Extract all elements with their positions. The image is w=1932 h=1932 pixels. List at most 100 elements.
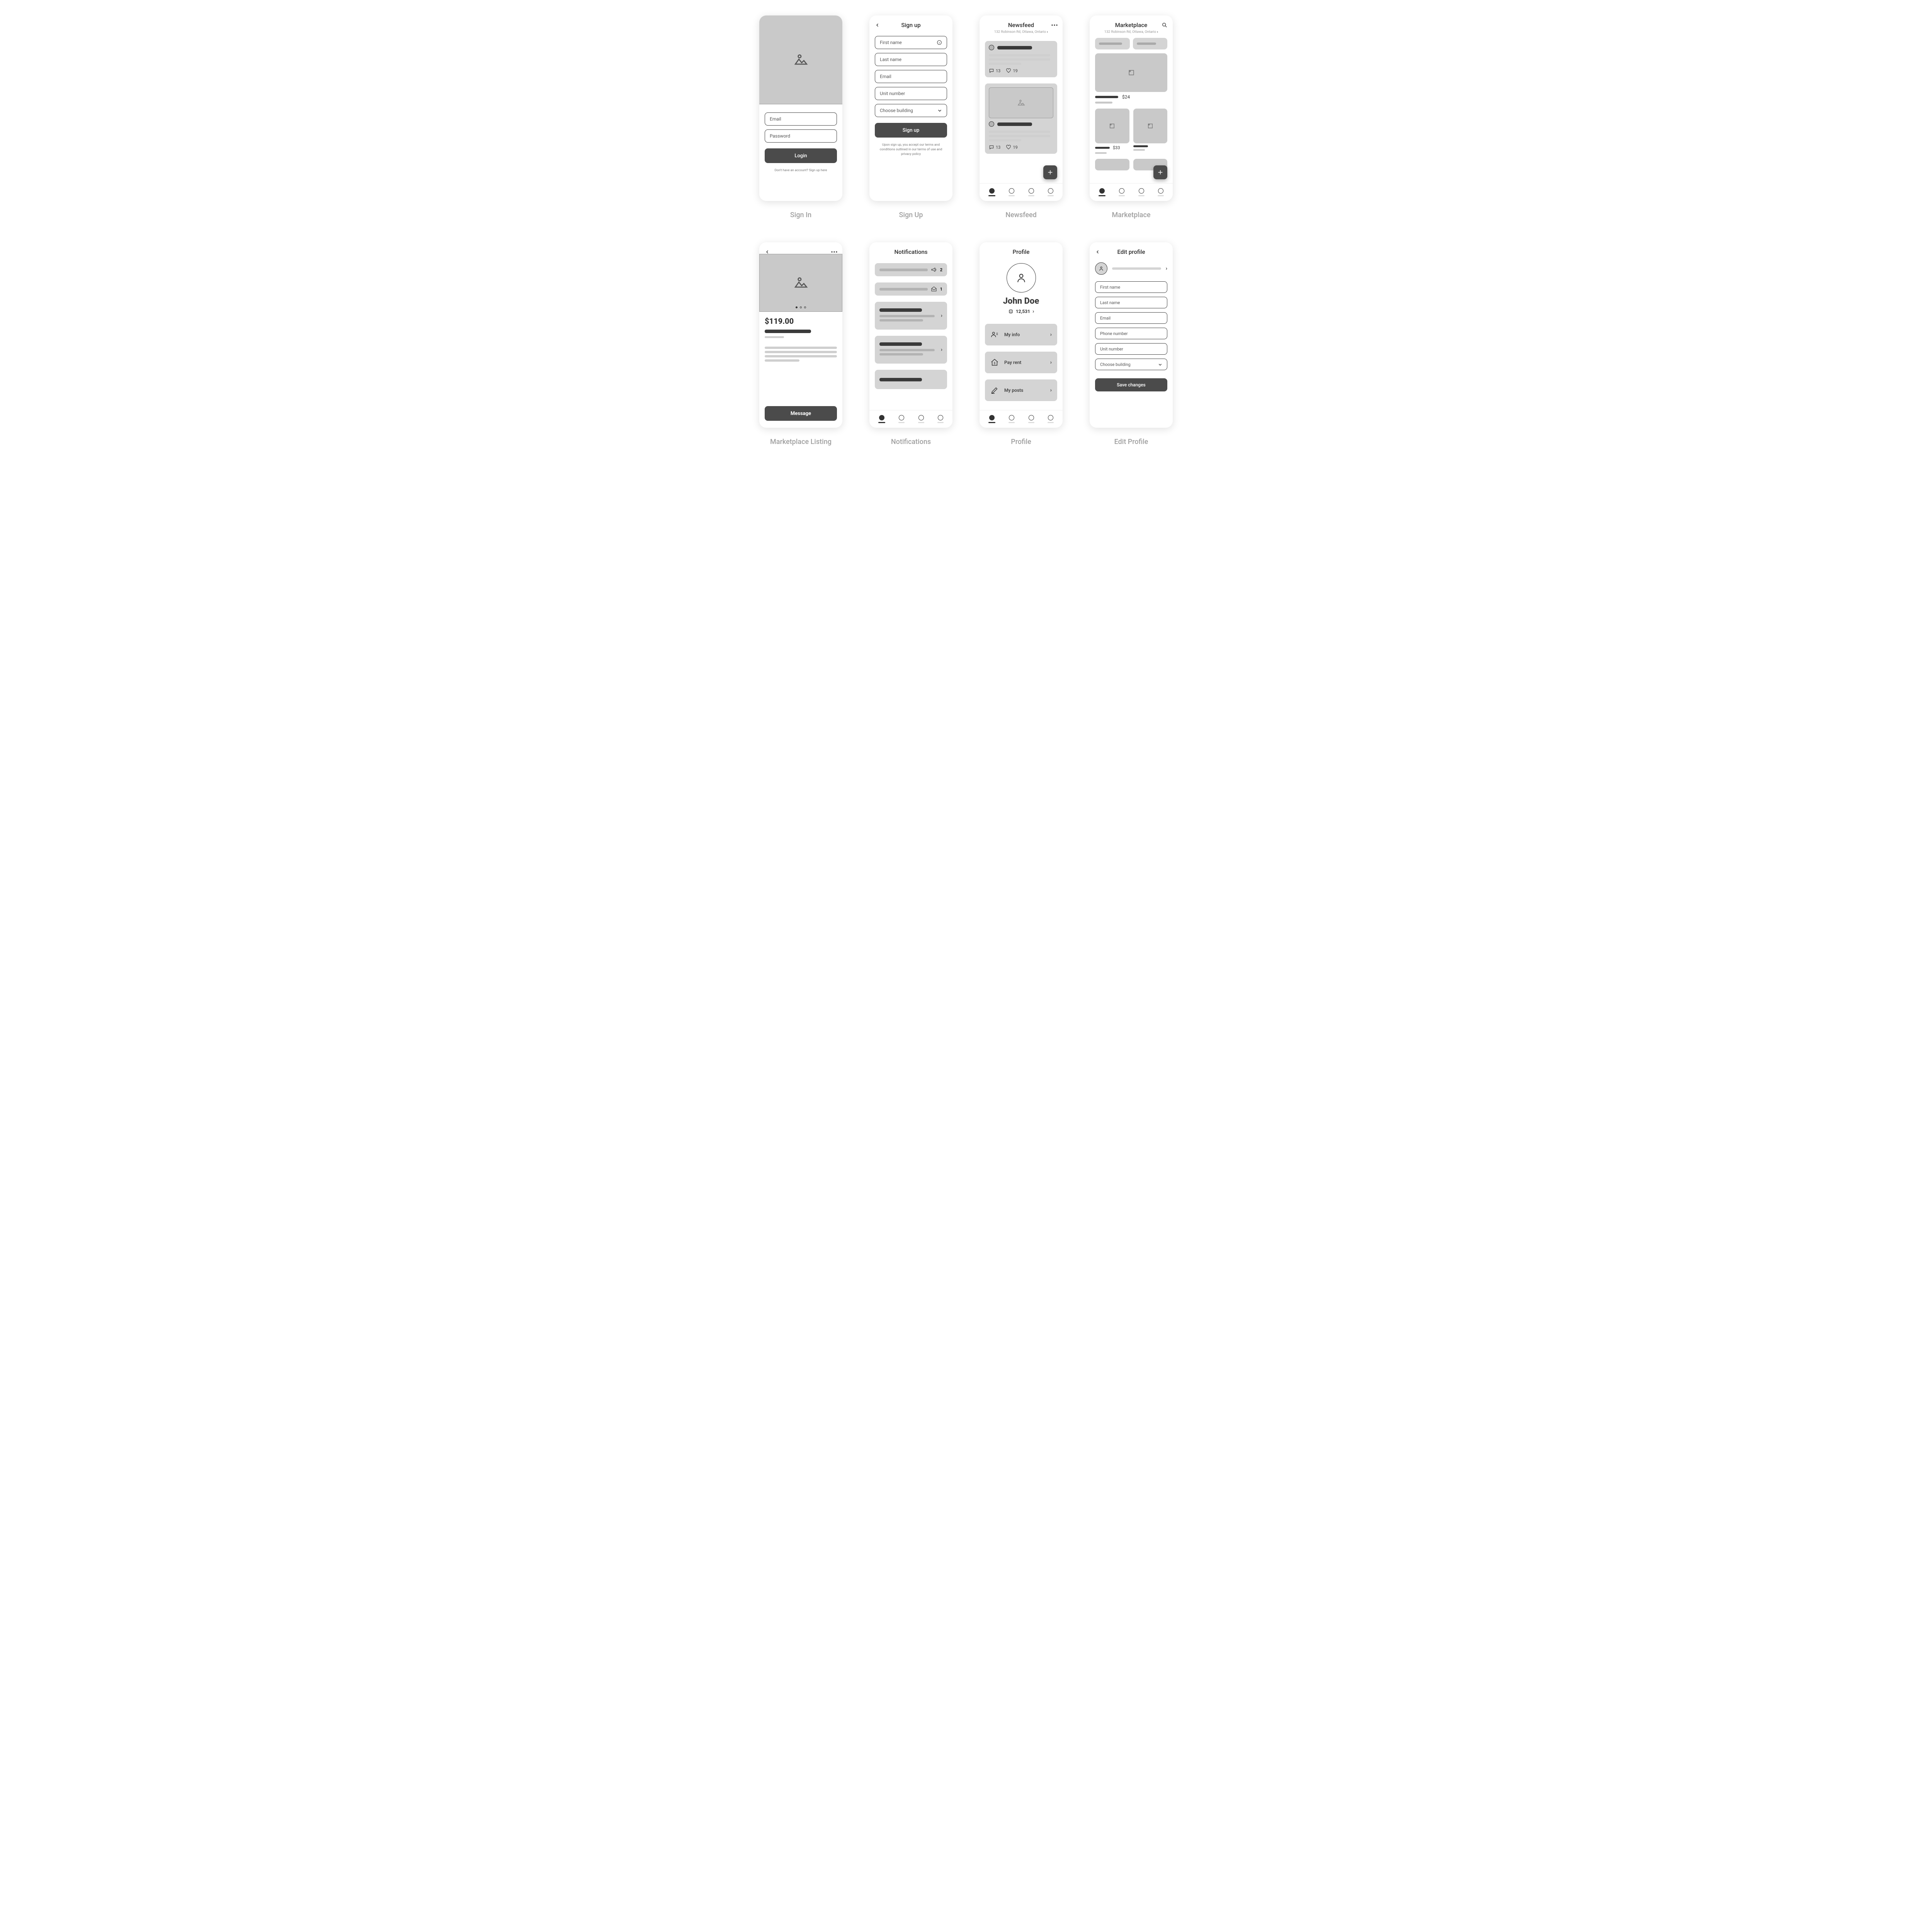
nav-tab-1[interactable]: [988, 415, 995, 423]
chevron-down-icon: [1158, 362, 1162, 367]
avatar[interactable]: [1007, 263, 1036, 293]
password-field[interactable]: Password: [765, 129, 837, 143]
avatar-name-placeholder: [1112, 267, 1161, 270]
chevron-right-icon: ›: [1050, 387, 1052, 393]
nav-tab-4[interactable]: [1048, 188, 1054, 196]
avatar-icon: [989, 45, 994, 50]
first-name-field[interactable]: First name: [1095, 281, 1167, 293]
last-name-field[interactable]: Last name: [1095, 297, 1167, 308]
post-text-placeholder: [989, 131, 1050, 133]
megaphone-icon: [931, 267, 937, 273]
listing-card[interactable]: [1133, 109, 1168, 143]
notification-text-placeholder: [879, 319, 923, 321]
building-select[interactable]: Choose building: [875, 104, 947, 117]
listing-card[interactable]: [1095, 109, 1129, 143]
new-listing-fab[interactable]: [1153, 165, 1167, 179]
notification-badge: 2: [940, 267, 942, 272]
chevron-down-icon: [937, 108, 942, 113]
avatar-icon: [1095, 262, 1107, 275]
screen-label: Marketplace Listing: [770, 438, 832, 446]
back-button[interactable]: [1094, 248, 1101, 255]
nav-tab-3[interactable]: [1138, 188, 1145, 196]
back-button[interactable]: [874, 22, 881, 29]
screen-label: Profile: [1011, 438, 1031, 446]
likes-button[interactable]: 19: [1006, 145, 1017, 150]
nav-tab-2[interactable]: [1119, 188, 1125, 196]
unit-number-field[interactable]: Unit number: [1095, 343, 1167, 355]
nav-tab-2[interactable]: [1009, 415, 1015, 423]
comments-button[interactable]: 13: [989, 68, 1000, 73]
envelope-open-icon: [931, 286, 937, 292]
screen-edit-profile: Edit profile › First name Last name Emai…: [1090, 242, 1173, 428]
unit-number-field[interactable]: Unit number: [875, 87, 947, 100]
heart-icon: [1006, 68, 1011, 73]
listing-card[interactable]: [1095, 53, 1167, 92]
screen-label: Sign In: [790, 211, 811, 219]
email-placeholder: Email: [770, 116, 781, 122]
nav-tab-2[interactable]: [898, 415, 905, 423]
chevron-right-icon: ›: [1166, 265, 1167, 272]
nav-tab-2[interactable]: [1009, 188, 1015, 196]
nav-tab-1[interactable]: [988, 188, 995, 196]
login-button[interactable]: Login: [765, 148, 837, 163]
nav-tab-3[interactable]: [918, 415, 924, 423]
phone-field[interactable]: Phone number: [1095, 328, 1167, 339]
notification-summary-row[interactable]: 1: [875, 282, 947, 296]
listing-title-placeholder: [765, 330, 811, 333]
chevron-right-icon: ›: [1050, 359, 1052, 366]
location-link[interactable]: 132 Robinson Rd, Ottawa, Ontario ›: [1090, 30, 1173, 38]
notification-summary-row[interactable]: 2: [875, 263, 947, 276]
filter-chip[interactable]: [1133, 38, 1168, 49]
nav-tab-4[interactable]: [1048, 415, 1054, 423]
more-button[interactable]: [1051, 22, 1058, 29]
pager-dot[interactable]: [804, 306, 806, 308]
user-icon: [1015, 272, 1027, 284]
avatar-row[interactable]: ›: [1090, 261, 1173, 279]
pager-dot[interactable]: [796, 306, 798, 308]
listing-seller-placeholder: [765, 336, 784, 338]
pay-rent-row[interactable]: $ Pay rent ›: [985, 352, 1057, 373]
ellipsis-icon: [1051, 24, 1058, 26]
email-field[interactable]: Email: [765, 112, 837, 126]
email-field[interactable]: Email: [875, 70, 947, 83]
post-card[interactable]: 13 19: [985, 83, 1057, 154]
notification-item[interactable]: ›: [875, 302, 947, 330]
signup-link-helper[interactable]: Don't have an account? Sign up here: [759, 167, 842, 175]
new-post-fab[interactable]: [1043, 165, 1057, 179]
location-link[interactable]: 132 Robinson Rd, Ottawa, Ontario ›: [980, 30, 1063, 38]
post-card[interactable]: 13 19: [985, 41, 1057, 77]
my-posts-row[interactable]: My posts ›: [985, 379, 1057, 401]
last-name-field[interactable]: Last name: [875, 53, 947, 66]
nav-tab-3[interactable]: [1028, 188, 1034, 196]
notification-title-placeholder: [879, 308, 922, 312]
chevron-left-icon: [875, 23, 880, 27]
listing-image-carousel[interactable]: [759, 254, 842, 312]
search-button[interactable]: [1161, 22, 1168, 29]
listing-description-placeholder: [765, 359, 799, 362]
likes-button[interactable]: 19: [1006, 68, 1017, 73]
my-info-row[interactable]: My info ›: [985, 324, 1057, 345]
bottom-nav: [1090, 183, 1173, 201]
filter-chip[interactable]: [1095, 38, 1130, 49]
notification-item[interactable]: ›: [875, 336, 947, 364]
email-field[interactable]: Email: [1095, 312, 1167, 324]
nav-tab-4[interactable]: [1158, 188, 1164, 196]
pager-dot[interactable]: [800, 306, 802, 308]
points-link[interactable]: 12,531 ›: [980, 308, 1063, 315]
notification-title-placeholder: [879, 378, 922, 381]
tag-icon: [1127, 68, 1136, 77]
comments-button[interactable]: 13: [989, 145, 1000, 150]
first-name-field[interactable]: First name: [875, 36, 947, 49]
building-select[interactable]: Choose building: [1095, 359, 1167, 370]
nav-tab-3[interactable]: [1028, 415, 1034, 423]
nav-tab-4[interactable]: [937, 415, 944, 423]
notification-item[interactable]: [875, 370, 947, 389]
nav-tab-1[interactable]: [878, 415, 885, 423]
message-button[interactable]: Message: [765, 406, 837, 421]
nav-tab-1[interactable]: [1099, 188, 1105, 196]
save-changes-button[interactable]: Save changes: [1095, 378, 1167, 391]
page-title: Newsfeed: [1008, 22, 1034, 29]
post-image-placeholder: [989, 87, 1053, 118]
signup-button[interactable]: Sign up: [875, 123, 947, 138]
listing-card[interactable]: [1095, 159, 1129, 170]
